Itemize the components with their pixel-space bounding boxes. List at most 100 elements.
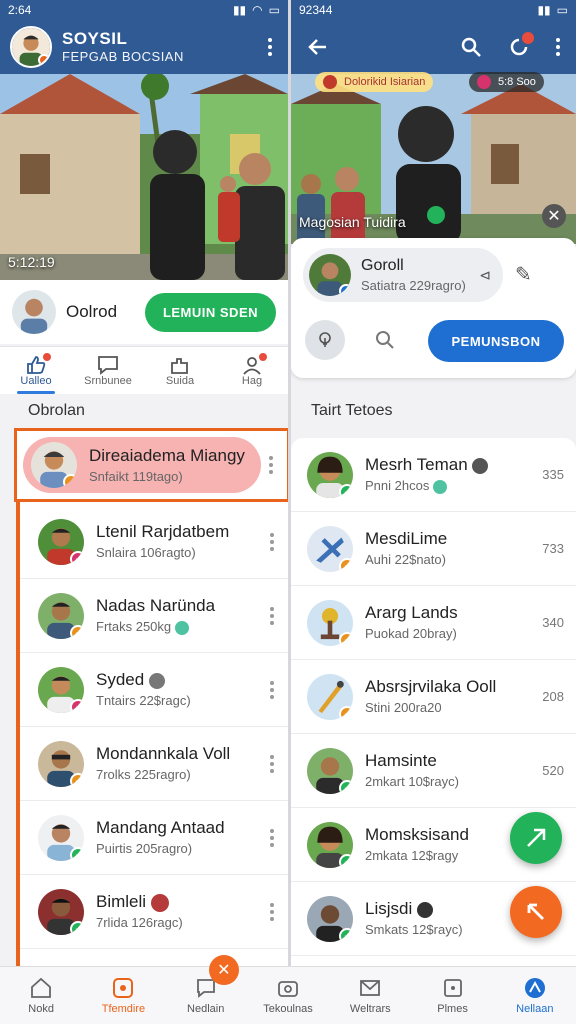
chat-count: 340 xyxy=(542,615,564,630)
chat-name: Mondannkala Voll xyxy=(96,744,231,764)
avatar: ✓ xyxy=(38,666,84,713)
card-search-button[interactable] xyxy=(373,328,397,357)
battery-icon: ▭ xyxy=(268,3,280,17)
bottom-nav: Nokd Tfemdire Nedlain ✕ Tekoulnas Weltra… xyxy=(0,955,576,1024)
notification-badge xyxy=(38,54,50,66)
pen-icon[interactable]: ✎ xyxy=(515,262,532,287)
share-icon[interactable]: ⊲ xyxy=(479,267,491,284)
card-user-avatar xyxy=(309,254,351,296)
tab-label: Hag xyxy=(241,374,263,387)
row-more-button[interactable] xyxy=(270,902,274,921)
puzzle-icon xyxy=(169,355,191,375)
nav-weltrars[interactable]: Weltrars xyxy=(329,967,411,1024)
list-item[interactable]: ✓ Mesrh Teman Pnni 2hcos 335 xyxy=(291,438,576,512)
status-badge: ✓ xyxy=(339,927,353,942)
chat-name: Ararg Lands xyxy=(365,603,458,623)
nav-tfemdire[interactable]: Tfemdire xyxy=(82,967,164,1024)
chat-name: Absrsjrvilaka Ooll xyxy=(365,677,497,697)
more-options-button[interactable] xyxy=(262,34,278,60)
refresh-button[interactable] xyxy=(502,30,536,64)
list-item[interactable]: ✓ MesdiLime Auhi 22$nato) 733 xyxy=(291,512,576,586)
story-image[interactable]: 5:12:19 xyxy=(0,74,288,280)
close-icon[interactable]: ✕ xyxy=(542,204,566,228)
row-more-button[interactable] xyxy=(270,680,274,699)
row-more-button[interactable] xyxy=(270,532,274,551)
mini-avatar-icon xyxy=(472,457,489,474)
chat-count: 335 xyxy=(542,467,564,482)
row-more-button[interactable] xyxy=(270,606,274,625)
right-app-bar xyxy=(291,20,576,74)
nav-nokd[interactable]: Nokd xyxy=(0,967,82,1024)
user-pill[interactable]: Goroll Satiatra 229ragro) ⊲ xyxy=(303,248,503,302)
list-item[interactable]: ✓ Mandang Antaad Puirtis 205ragro) xyxy=(20,801,288,875)
list-item[interactable]: ✓ Nadas Naründa Frtaks 250kg xyxy=(20,579,288,653)
chat-subtitle: Tntairs 22$ragc) xyxy=(96,693,191,709)
square-icon xyxy=(443,979,462,997)
tab-suida[interactable]: Suida xyxy=(144,347,216,394)
chat-subtitle: Puokad 20bray) xyxy=(365,626,457,642)
nav-label: Nokd xyxy=(28,1003,54,1015)
story-image[interactable]: Magosian Tuidira ✕ xyxy=(291,74,576,244)
back-button[interactable] xyxy=(301,30,335,64)
chat-subtitle: 2mkart 10$rayc) xyxy=(365,774,459,790)
list-item[interactable]: ✓ Syded Tntairs 22$ragc) xyxy=(20,653,288,727)
avatar: ✓ xyxy=(38,888,84,935)
status-badge: ✓ xyxy=(339,557,353,572)
profile-avatar[interactable] xyxy=(10,26,52,68)
primary-action-button[interactable]: PEMUNSBON xyxy=(428,320,564,362)
search-button[interactable] xyxy=(454,30,488,64)
tab-ualleo[interactable]: Ualleo xyxy=(0,347,72,394)
nav-nedlain[interactable]: Nedlain ✕ xyxy=(165,955,247,1024)
notification-badge xyxy=(522,32,534,44)
chat-count: 520 xyxy=(542,763,564,778)
location-pill[interactable]: Dolorikid Isiarian xyxy=(315,72,434,92)
join-button[interactable]: LEMUIN SDEN xyxy=(144,292,276,332)
close-icon[interactable]: ✕ xyxy=(208,955,239,985)
camera-icon xyxy=(278,981,298,997)
tab-label: Srnbunee xyxy=(84,374,132,387)
home-icon xyxy=(31,977,52,998)
nav-label: Nellaan xyxy=(516,1003,554,1015)
app-title: SOYSIL xyxy=(62,29,128,48)
status-badge: ✓ xyxy=(70,772,84,787)
nav-nellaan[interactable]: Nellaan xyxy=(494,967,576,1024)
nav-tekoulnas[interactable]: Tekoulnas xyxy=(247,967,329,1024)
search-icon xyxy=(376,331,394,349)
nav-plmes[interactable]: Plmes xyxy=(411,967,493,1024)
row-more-button[interactable] xyxy=(270,754,274,773)
chat-subtitle: 7rlida 126ragc) xyxy=(96,915,183,931)
list-item[interactable]: ✓ Mondannkala Voll 7rolks 225ragro) xyxy=(20,727,288,801)
list-item[interactable]: ✓ Hamsinte 2mkart 10$rayc) 520 xyxy=(291,734,576,808)
row-more-button[interactable] xyxy=(270,828,274,847)
list-item[interactable]: ✓ Ltenil Rarjdatbem Snlaira 106ragto) xyxy=(20,505,288,579)
header-titles: SOYSIL FEPGAB BOCSIAN xyxy=(62,29,184,65)
more-options-button[interactable] xyxy=(550,34,566,60)
viewer-pill[interactable]: 5:8 Soo xyxy=(469,72,544,92)
app-subtitle: FEPGAB BOCSIAN xyxy=(62,49,184,65)
action-fab[interactable] xyxy=(510,886,562,938)
avatar: ✓ xyxy=(307,599,353,646)
chat-square-icon xyxy=(97,355,119,375)
story-user-avatar[interactable] xyxy=(12,290,56,334)
status-badge: ✓ xyxy=(339,779,353,794)
list-item[interactable]: ✓ Bimleli 7rlida 126ragc) xyxy=(20,875,288,949)
tab-hag[interactable]: Hag xyxy=(216,347,288,394)
camera-square-icon xyxy=(113,978,134,998)
bulb-button[interactable] xyxy=(305,320,345,360)
chat-subtitle: Pnni 2hcos xyxy=(365,478,430,494)
arrow-left-icon xyxy=(308,39,326,55)
row-more-button[interactable] xyxy=(269,456,273,474)
mask-emoji-icon xyxy=(150,893,169,912)
sticker-icon xyxy=(432,479,447,494)
signal-icon: ▮▮ xyxy=(232,3,247,17)
chat-count: 208 xyxy=(542,689,564,704)
avatar: ✓ xyxy=(31,442,77,488)
tab-srnbunee[interactable]: Srnbunee xyxy=(72,347,144,394)
compose-fab[interactable] xyxy=(510,812,562,864)
person-icon xyxy=(241,352,267,375)
list-item[interactable]: ✓ Ararg Lands Puokad 20bray) 340 xyxy=(291,586,576,660)
list-item[interactable]: ✓ Absrsjrvilaka Ooll Stini 200ra20 208 xyxy=(291,660,576,734)
chat-name: Nadas Naründa xyxy=(96,596,216,616)
list-item[interactable]: ✓ Direaiadema Miangy Snfaikt 119tago) xyxy=(14,428,288,502)
chat-subtitle: 7rolks 225ragro) xyxy=(96,767,191,783)
